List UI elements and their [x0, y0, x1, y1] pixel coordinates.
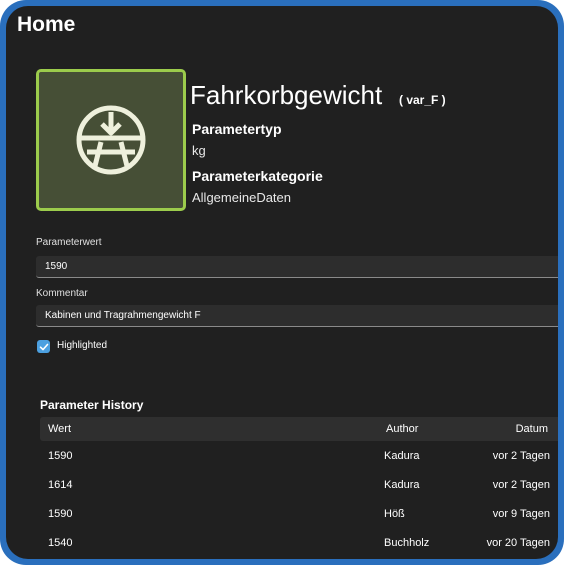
- parameter-value-input[interactable]: 1590: [36, 256, 558, 278]
- cell-wert: 1614: [48, 479, 73, 491]
- cell-wert: 1590: [48, 508, 73, 520]
- cell-datum: vor 2 Tagen: [492, 479, 550, 491]
- table-row[interactable]: 1540 Buchholz vor 20 Tagen: [40, 537, 558, 559]
- window-frame: Home Fahrkorbgewicht ( var_F ) Parameter…: [0, 0, 564, 565]
- highlighted-label: Highlighted: [57, 340, 108, 351]
- parameter-name: Fahrkorbgewicht: [190, 80, 383, 110]
- cell-datum: vor 20 Tagen: [486, 537, 550, 549]
- column-header-author[interactable]: Author: [386, 423, 418, 435]
- app-window: Home Fahrkorbgewicht ( var_F ) Parameter…: [6, 6, 558, 559]
- cell-author: Kadura: [384, 479, 420, 491]
- weight-scale-icon: [76, 105, 146, 175]
- comment-input[interactable]: Kabinen und Tragrahmengewicht F: [36, 305, 558, 327]
- cell-author: Höß: [384, 508, 405, 520]
- history-table-header: Wert Author Datum: [40, 417, 558, 441]
- checkmark-icon: [39, 343, 48, 350]
- parameter-type-value: kg: [192, 143, 206, 158]
- table-row[interactable]: 1614 Kadura vor 2 Tagen: [40, 479, 558, 508]
- cell-wert: 1590: [48, 450, 73, 462]
- parameter-value-label: Parameterwert: [36, 237, 102, 248]
- highlighted-checkbox[interactable]: [37, 340, 50, 353]
- column-header-datum[interactable]: Datum: [516, 423, 548, 435]
- cell-datum: vor 9 Tagen: [492, 508, 550, 520]
- table-row[interactable]: 1590 Höß vor 9 Tagen: [40, 508, 558, 537]
- parameter-variable: ( var_F ): [399, 93, 446, 107]
- cell-datum: vor 2 Tagen: [492, 450, 550, 462]
- parameter-category-value: AllgemeineDaten: [192, 190, 292, 205]
- cell-author: Buchholz: [384, 537, 430, 549]
- table-row[interactable]: 1590 Kadura vor 2 Tagen: [40, 450, 558, 479]
- cell-author: Kadura: [384, 450, 420, 462]
- page-title: Home: [17, 13, 76, 36]
- history-title: Parameter History: [40, 398, 144, 412]
- comment-label: Kommentar: [36, 288, 88, 299]
- parameter-icon-tile: [36, 69, 186, 211]
- cell-wert: 1540: [48, 537, 73, 549]
- parameter-category-label: Parameterkategorie: [192, 168, 323, 184]
- column-header-wert[interactable]: Wert: [48, 423, 71, 435]
- parameter-type-label: Parametertyp: [192, 121, 282, 137]
